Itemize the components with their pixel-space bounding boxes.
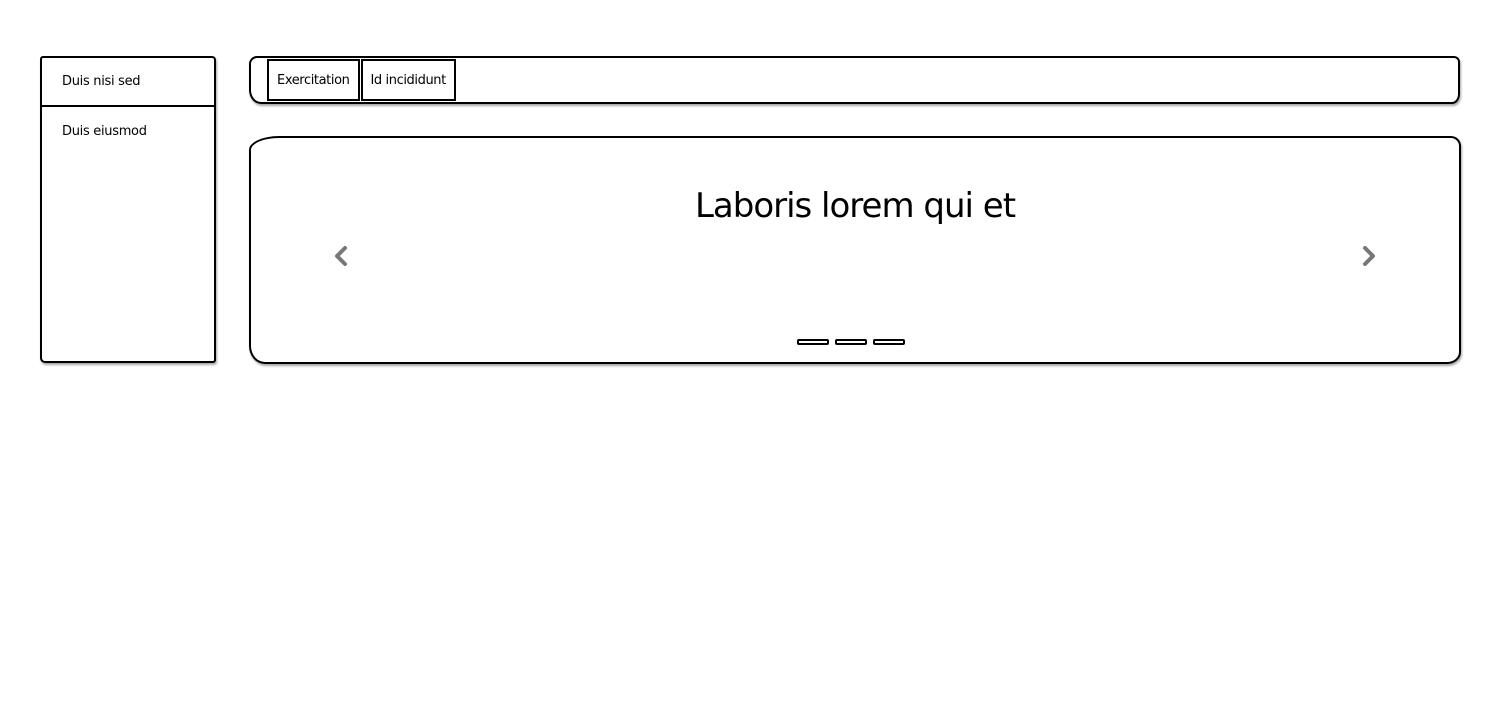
sidebar-menu: Duis nisi sed Duis eiusmod xyxy=(40,56,216,363)
chevron-left-icon xyxy=(335,246,347,266)
tab-id-incididunt[interactable]: Id incididunt xyxy=(360,59,456,101)
carousel-slide-title: Laboris lorem qui et xyxy=(694,186,1016,226)
carousel-next-button[interactable] xyxy=(1355,242,1383,270)
sidebar-item-label: Duis eiusmod xyxy=(62,124,147,139)
carousel-indicator-1[interactable] xyxy=(797,339,829,345)
sidebar-item-duis-eiusmod[interactable]: Duis eiusmod xyxy=(42,107,214,156)
sidebar-item-duis-nisi-sed[interactable]: Duis nisi sed xyxy=(42,58,214,107)
carousel-indicators xyxy=(797,339,911,345)
carousel: Laboris lorem qui et xyxy=(249,136,1461,364)
carousel-indicator-2[interactable] xyxy=(835,339,867,345)
chevron-right-icon xyxy=(1363,246,1375,266)
sidebar-item-label: Duis nisi sed xyxy=(62,74,141,89)
tab-exercitation[interactable]: Exercitation xyxy=(267,59,360,101)
carousel-indicator-3[interactable] xyxy=(873,339,905,345)
tab-bar: Exercitation Id incididunt xyxy=(249,56,1460,104)
tab-label: Id incididunt xyxy=(370,72,447,88)
tab-label: Exercitation xyxy=(277,72,350,88)
carousel-prev-button[interactable] xyxy=(327,242,355,270)
